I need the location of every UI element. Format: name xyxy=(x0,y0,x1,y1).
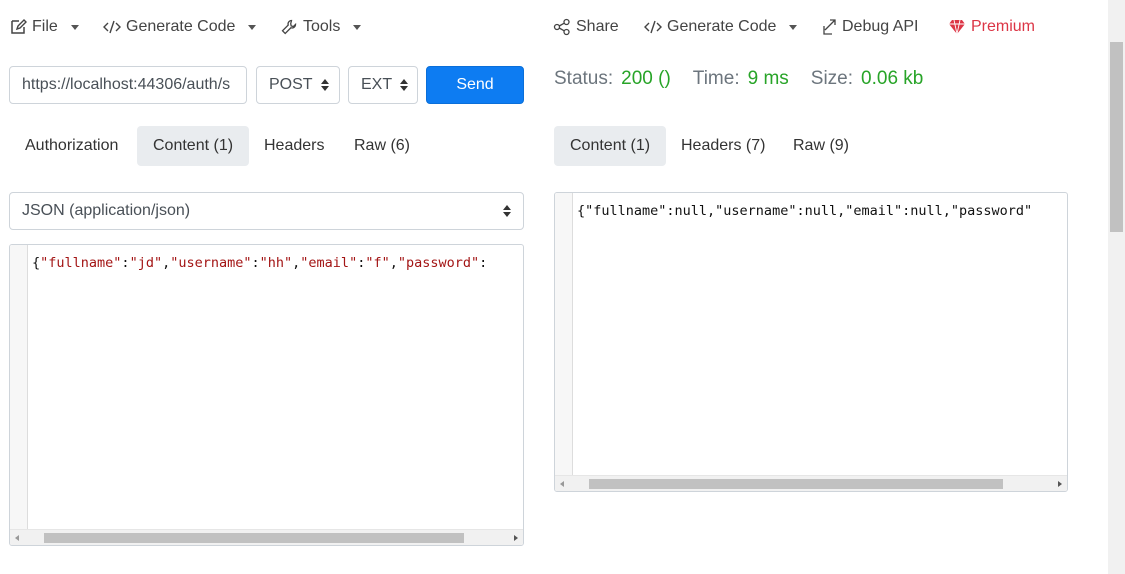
generate-code-menu-left[interactable]: Generate Code xyxy=(103,18,257,36)
tab-authorization[interactable]: Authorization xyxy=(9,126,134,166)
response-body-viewer[interactable]: {"fullname":null,"username":null,"email"… xyxy=(554,192,1068,492)
scroll-left-icon[interactable] xyxy=(15,535,19,541)
scrollbar-thumb[interactable] xyxy=(589,479,1003,489)
wrench-icon xyxy=(280,18,298,36)
request-body-editor[interactable]: {"fullname":"jd","username":"hh","email"… xyxy=(9,244,524,546)
time-label: Time: xyxy=(692,68,740,89)
caret-down-icon xyxy=(70,24,79,30)
response-status-bar: Status: 200 () Time: 9 ms Size: 0.06 kb xyxy=(554,68,945,90)
tab-request-raw[interactable]: Raw (6) xyxy=(338,126,426,166)
method-select[interactable]: POST xyxy=(256,66,340,104)
caret-down-icon xyxy=(353,24,362,30)
generate-code-label: Generate Code xyxy=(126,18,236,35)
scroll-right-icon[interactable] xyxy=(514,535,518,541)
edit-icon xyxy=(9,18,27,36)
send-button[interactable]: Send xyxy=(426,66,524,104)
horizontal-scrollbar[interactable] xyxy=(10,529,523,545)
ext-select[interactable]: EXT xyxy=(348,66,418,104)
select-arrows-icon xyxy=(320,79,329,91)
tools-menu[interactable]: Tools xyxy=(280,18,362,36)
method-value: POST xyxy=(269,76,313,93)
tab-request-headers[interactable]: Headers xyxy=(248,126,340,166)
caret-down-icon xyxy=(248,24,257,30)
debug-api-menu[interactable]: Debug API xyxy=(821,18,919,36)
generate-code-label: Generate Code xyxy=(667,18,777,35)
editor-gutter xyxy=(555,193,573,475)
size-value: 0.06 kb xyxy=(861,68,924,89)
premium-menu[interactable]: Premium xyxy=(948,18,1035,36)
share-menu[interactable]: Share xyxy=(553,18,619,36)
editor-gutter xyxy=(10,245,28,529)
external-link-icon xyxy=(821,18,837,36)
share-label: Share xyxy=(576,18,619,35)
gem-icon xyxy=(948,19,966,35)
tab-response-content[interactable]: Content (1) xyxy=(554,126,667,166)
scroll-right-icon[interactable] xyxy=(1058,481,1062,487)
select-arrows-icon xyxy=(400,79,409,91)
status-label: Status: xyxy=(554,68,614,89)
time-value: 9 ms xyxy=(747,68,789,89)
code-icon xyxy=(644,19,662,35)
tab-response-raw[interactable]: Raw (9) xyxy=(777,126,865,166)
horizontal-scrollbar[interactable] xyxy=(555,475,1067,491)
debug-api-label: Debug API xyxy=(842,18,919,35)
url-input[interactable]: https://localhost:44306/auth/s xyxy=(9,66,247,104)
size-label: Size: xyxy=(810,68,854,89)
file-menu-label: File xyxy=(32,18,58,35)
ext-value: EXT xyxy=(361,76,393,93)
tools-label: Tools xyxy=(303,18,341,35)
scrollbar-thumb[interactable] xyxy=(1110,42,1123,232)
caret-down-icon xyxy=(789,24,798,30)
request-body-code: {"fullname":"jd","username":"hh","email"… xyxy=(32,255,488,271)
page-vertical-scrollbar[interactable] xyxy=(1108,0,1125,574)
scroll-left-icon[interactable] xyxy=(560,481,564,487)
file-menu[interactable]: File xyxy=(9,18,79,36)
content-type-value: JSON (application/json) xyxy=(22,202,191,219)
content-type-select[interactable]: JSON (application/json) xyxy=(9,192,524,230)
share-icon xyxy=(553,18,571,36)
select-arrows-icon xyxy=(503,205,511,217)
response-body-code: {"fullname":null,"username":null,"email"… xyxy=(577,203,1033,219)
tab-response-headers[interactable]: Headers (7) xyxy=(665,126,781,166)
scrollbar-thumb[interactable] xyxy=(44,533,464,543)
generate-code-menu-right[interactable]: Generate Code xyxy=(644,18,798,36)
premium-label: Premium xyxy=(971,18,1036,35)
status-value: 200 () xyxy=(621,68,671,89)
code-icon xyxy=(103,19,121,35)
tab-request-content[interactable]: Content (1) xyxy=(137,126,250,166)
